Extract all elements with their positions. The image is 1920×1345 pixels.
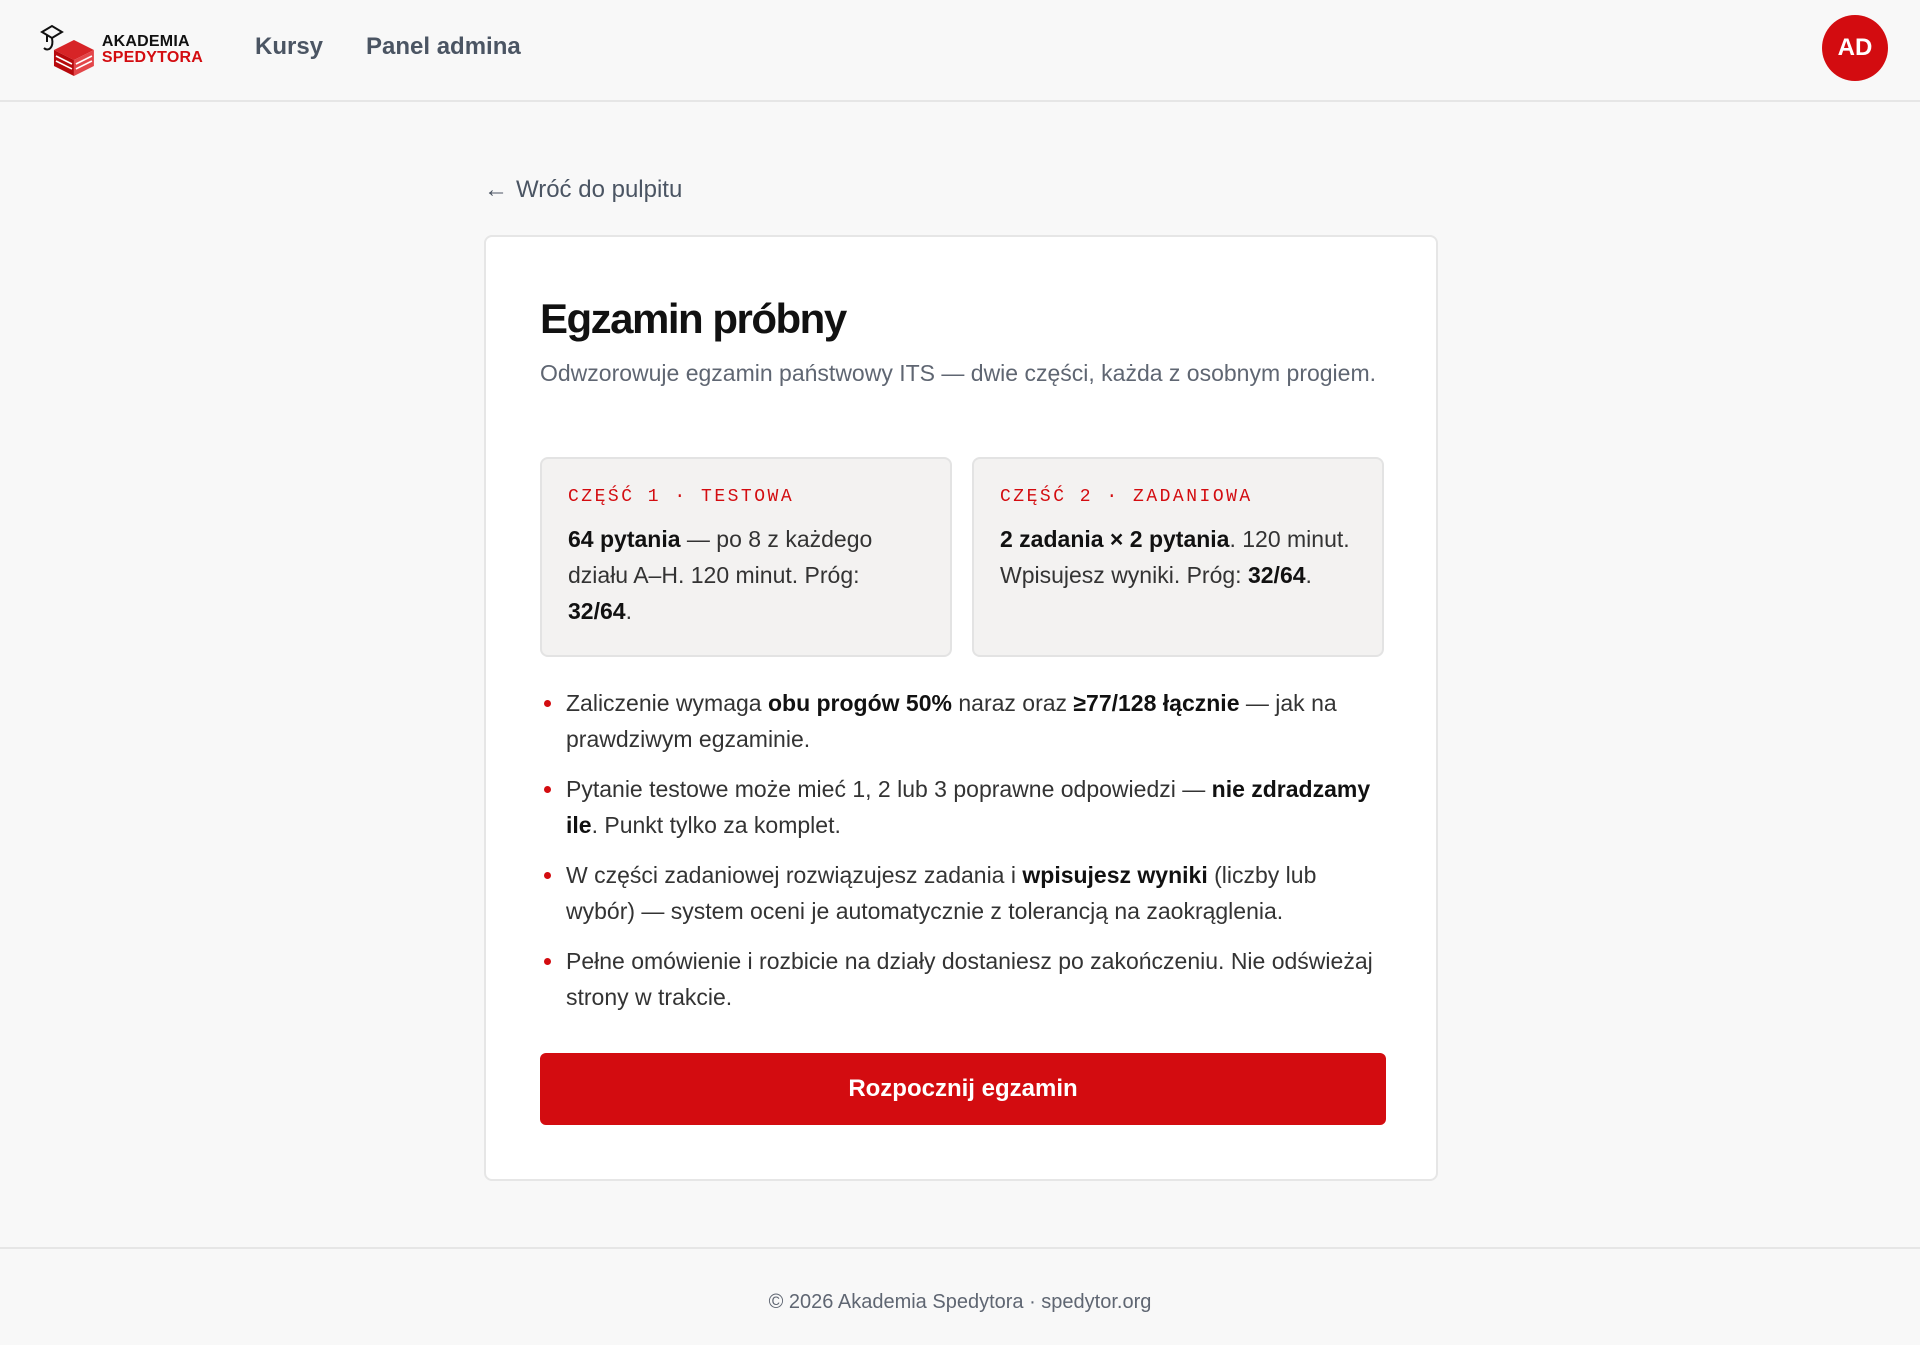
- part-2-description: 2 zadania × 2 pytania. 120 minut. Wpisuj…: [1000, 521, 1356, 593]
- exam-card: Egzamin próbny Odwzorowuje egzamin państ…: [484, 235, 1438, 1181]
- part-1-threshold: 32/64: [568, 598, 626, 624]
- rule-text: W części zadaniowej rozwiązujesz zadania…: [566, 862, 1023, 888]
- bullet-dot-icon: [544, 786, 551, 793]
- exam-subtitle: Odwzorowuje egzamin państwowy ITS — dwie…: [540, 360, 1377, 386]
- brand-line-2: SPEDYTORA: [101, 49, 203, 66]
- bullet-dot-icon: [544, 872, 551, 879]
- user-avatar[interactable]: AD: [1822, 15, 1888, 81]
- rule-bold: wpisujesz wyniki: [1022, 862, 1208, 888]
- page-footer: © 2026 Akademia Spedytora · spedytor.org: [0, 1247, 1920, 1345]
- part-1-label: CZĘŚĆ 1 · TESTOWA: [568, 487, 795, 507]
- back-to-dashboard-link[interactable]: ← Wróć do pulpitu: [484, 176, 682, 204]
- logo-cube-icon: [40, 24, 94, 76]
- part-2-bold-count: 2 zadania × 2 pytania: [1000, 526, 1230, 552]
- rule-bold: ≥77/128 łącznie: [1073, 690, 1240, 716]
- rule-bold: obu progów 50%: [767, 690, 952, 716]
- part-2-threshold: 32/64: [1247, 562, 1306, 588]
- brand-logo[interactable]: AKADEMIA SPEDYTORA: [38, 22, 203, 78]
- part-2-label: CZĘŚĆ 2 · ZADANIOWA: [1000, 487, 1253, 507]
- part-1-description: 64 pytania — po 8 z każdego działu A–H. …: [568, 521, 924, 629]
- rule-item: Pełne omówienie i rozbicie na działy dos…: [540, 943, 1390, 1015]
- rule-text: Pełne omówienie i rozbicie na działy dos…: [566, 948, 1373, 1010]
- rule-text: Zaliczenie wymaga: [566, 690, 768, 716]
- page-title: Egzamin próbny: [540, 295, 847, 342]
- rule-text: . Punkt tylko za komplet.: [591, 812, 841, 838]
- rule-item: W części zadaniowej rozwiązujesz zadania…: [540, 857, 1390, 929]
- rule-text: naraz oraz: [951, 690, 1074, 716]
- bullet-dot-icon: [544, 700, 551, 707]
- part-1-end: .: [625, 598, 632, 624]
- part-2-end: .: [1305, 562, 1312, 588]
- exam-rules-list: Zaliczenie wymaga obu progów 50% naraz o…: [540, 685, 1390, 1029]
- rule-text: Pytanie testowe może mieć 1, 2 lub 3 pop…: [566, 776, 1212, 802]
- top-header: AKADEMIA SPEDYTORA Kursy Panel admina AD: [0, 0, 1920, 102]
- brand-line-1: AKADEMIA: [101, 33, 190, 50]
- brand-wordmark: AKADEMIA SPEDYTORA: [102, 34, 203, 66]
- rule-item: Pytanie testowe może mieć 1, 2 lub 3 pop…: [540, 771, 1390, 843]
- exam-part-1-box: CZĘŚĆ 1 · TESTOWA 64 pytania — po 8 z ka…: [540, 457, 952, 657]
- nav-courses-link[interactable]: Kursy: [255, 33, 323, 61]
- nav-admin-panel-link[interactable]: Panel admina: [366, 33, 521, 61]
- start-exam-button[interactable]: Rozpocznij egzamin: [540, 1053, 1386, 1125]
- exam-part-2-box: CZĘŚĆ 2 · ZADANIOWA 2 zadania × 2 pytani…: [972, 457, 1384, 657]
- footer-copyright: © 2026 Akademia Spedytora · spedytor.org: [768, 1291, 1152, 1313]
- bullet-dot-icon: [544, 958, 551, 965]
- back-link-label: Wróć do pulpitu: [516, 176, 683, 203]
- rule-item: Zaliczenie wymaga obu progów 50% naraz o…: [540, 685, 1390, 757]
- part-1-bold-count: 64 pytania: [568, 526, 681, 552]
- arrow-left-icon: ←: [484, 176, 508, 203]
